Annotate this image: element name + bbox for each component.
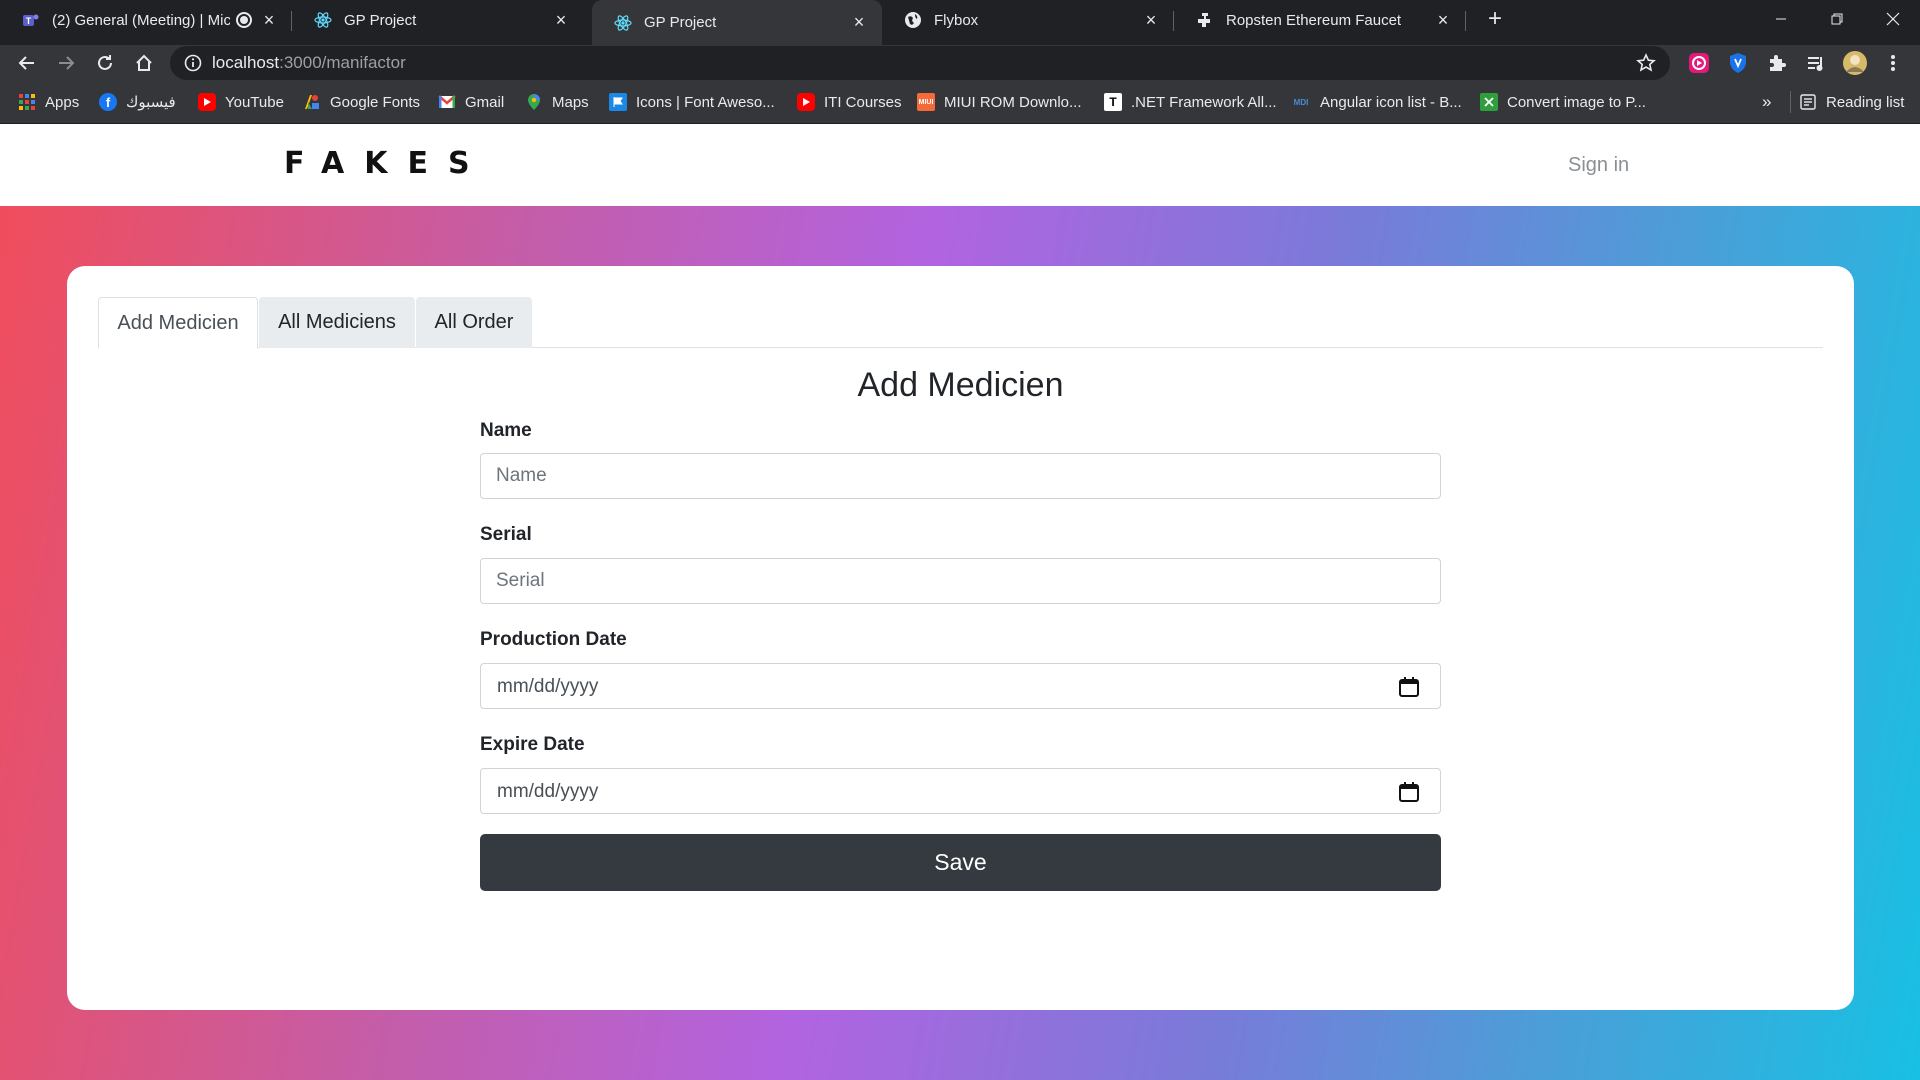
google-fonts-icon bbox=[303, 93, 321, 111]
back-icon[interactable] bbox=[12, 48, 42, 78]
address-bar[interactable]: localhost:3000/manifactor bbox=[170, 46, 1670, 80]
recording-icon bbox=[236, 12, 252, 28]
profile-avatar[interactable] bbox=[1842, 50, 1868, 76]
url-text: localhost:3000/manifactor bbox=[212, 53, 406, 72]
bookmark-convert-image[interactable]: Convert image to P... bbox=[1480, 91, 1646, 113]
youtube-icon bbox=[198, 93, 216, 111]
date-placeholder: mm/dd/yyyy bbox=[497, 676, 599, 697]
bookmark-apps[interactable]: Apps bbox=[18, 91, 79, 113]
react-icon bbox=[314, 11, 332, 29]
bookmarks-divider bbox=[1790, 91, 1791, 113]
mdi-icon: MDI bbox=[1293, 97, 1309, 107]
browser-toolbar: localhost:3000/manifactor bbox=[0, 45, 1920, 81]
browser-tab[interactable]: T (2) General (Meeting) | Micro × bbox=[0, 0, 292, 40]
bookmarks-bar: Apps f فيسبوك YouTube Google Fonts Gmail… bbox=[0, 81, 1920, 124]
extension-media-icon[interactable] bbox=[1686, 50, 1712, 76]
globe-icon bbox=[904, 11, 922, 29]
convert-icon bbox=[1480, 93, 1498, 111]
browser-tab-active[interactable]: GP Project × bbox=[592, 0, 882, 45]
expire-date-input[interactable]: mm/dd/yyyy bbox=[480, 768, 1441, 814]
miui-icon: MIUI bbox=[917, 93, 935, 111]
calendar-icon[interactable] bbox=[1398, 676, 1420, 698]
svg-text:T: T bbox=[26, 16, 32, 26]
flag-icon bbox=[609, 93, 627, 111]
bookmark-maps[interactable]: Maps bbox=[525, 91, 589, 113]
extension-shield-icon[interactable] bbox=[1725, 50, 1751, 76]
bookmark-gmail[interactable]: Gmail bbox=[438, 91, 504, 113]
form-title: Add Medicien bbox=[857, 366, 1064, 404]
browser-tab[interactable]: Flybox × bbox=[882, 0, 1174, 40]
bookmark-star-icon[interactable] bbox=[1636, 53, 1656, 73]
production-date-input[interactable]: mm/dd/yyyy bbox=[480, 663, 1441, 709]
bookmark-facebook[interactable]: f فيسبوك bbox=[99, 91, 176, 113]
serial-input[interactable] bbox=[480, 558, 1441, 604]
site-navbar: FAKES Sign in bbox=[0, 124, 1920, 206]
tab-title: GP Project bbox=[344, 11, 417, 29]
close-tab-icon[interactable]: × bbox=[260, 10, 278, 30]
serial-label: Serial bbox=[480, 524, 532, 545]
sign-in-link[interactable]: Sign in bbox=[1568, 154, 1629, 177]
forward-icon[interactable] bbox=[51, 48, 81, 78]
name-label: Name bbox=[480, 420, 532, 441]
browser-tab[interactable]: Ropsten Ethereum Faucet × bbox=[1174, 0, 1466, 40]
bookmark-google-fonts[interactable]: Google Fonts bbox=[303, 91, 420, 113]
page-tabs: Add Medicien All Mediciens All Order bbox=[98, 297, 1823, 349]
facebook-icon: f bbox=[99, 93, 117, 111]
close-tab-icon[interactable]: × bbox=[1142, 10, 1160, 30]
extensions-puzzle-icon[interactable] bbox=[1764, 50, 1790, 76]
close-tab-icon[interactable]: × bbox=[850, 12, 868, 32]
bookmark-font-awesome[interactable]: Icons | Font Aweso... bbox=[609, 91, 775, 113]
home-icon[interactable] bbox=[129, 48, 159, 78]
bookmark-iti-courses[interactable]: ITI Courses bbox=[797, 91, 902, 113]
tab-title: (2) General (Meeting) | Micro bbox=[52, 11, 230, 29]
youtube-icon bbox=[797, 93, 815, 111]
form-card: Add Medicien All Mediciens All Order Add… bbox=[67, 266, 1854, 1010]
tab-add-medicien[interactable]: Add Medicien bbox=[98, 297, 258, 349]
save-button[interactable]: Save bbox=[480, 834, 1441, 891]
bookmark-angular-icons[interactable]: MDI Angular icon list - B... bbox=[1291, 91, 1462, 113]
browser-tab[interactable]: GP Project × bbox=[292, 0, 584, 40]
new-tab-button[interactable]: + bbox=[1483, 7, 1507, 32]
apps-grid-icon bbox=[18, 93, 36, 111]
browser-tab-strip: T (2) General (Meeting) | Micro × GP Pro… bbox=[0, 0, 1920, 45]
site-info-icon[interactable] bbox=[184, 54, 202, 72]
tab-all-mediciens[interactable]: All Mediciens bbox=[259, 297, 415, 348]
react-icon bbox=[614, 14, 632, 32]
reload-icon[interactable] bbox=[90, 48, 120, 78]
production-date-label: Production Date bbox=[480, 629, 627, 650]
page-viewport: FAKES Sign in Add Medicien All Mediciens… bbox=[0, 124, 1920, 1080]
brand-logo[interactable]: FAKES bbox=[284, 146, 490, 181]
tab-title: GP Project bbox=[644, 14, 717, 31]
reading-list-icon bbox=[1799, 93, 1817, 111]
close-tab-icon[interactable]: × bbox=[1434, 10, 1452, 30]
menu-kebab-icon[interactable] bbox=[1880, 50, 1906, 76]
tab-title: Flybox bbox=[934, 11, 979, 29]
teams-icon: T bbox=[22, 11, 40, 29]
name-input[interactable] bbox=[480, 453, 1441, 499]
gmail-icon bbox=[438, 93, 456, 111]
faucet-icon bbox=[1196, 11, 1214, 29]
bookmark-dotnet[interactable]: T .NET Framework All... bbox=[1104, 91, 1277, 113]
tab-all-order[interactable]: All Order bbox=[416, 297, 532, 348]
restore-icon[interactable] bbox=[1814, 0, 1860, 38]
close-window-icon[interactable] bbox=[1870, 0, 1916, 38]
calendar-icon[interactable] bbox=[1398, 781, 1420, 803]
maps-icon bbox=[525, 93, 543, 111]
dotnet-icon: T bbox=[1104, 93, 1122, 111]
close-tab-icon[interactable]: × bbox=[552, 10, 570, 30]
tab-title: Ropsten Ethereum Faucet bbox=[1226, 11, 1402, 29]
reading-list-button[interactable]: Reading list bbox=[1799, 91, 1904, 113]
date-placeholder: mm/dd/yyyy bbox=[497, 781, 599, 802]
media-queue-icon[interactable] bbox=[1803, 50, 1829, 76]
bookmark-miui[interactable]: MIUI MIUI ROM Downlo... bbox=[917, 91, 1082, 113]
minimize-icon[interactable] bbox=[1758, 0, 1804, 38]
gradient-background: Add Medicien All Mediciens All Order Add… bbox=[0, 206, 1920, 1080]
more-bookmarks-button[interactable]: » bbox=[1762, 91, 1771, 113]
bookmark-youtube[interactable]: YouTube bbox=[198, 91, 284, 113]
expire-date-label: Expire Date bbox=[480, 734, 585, 755]
